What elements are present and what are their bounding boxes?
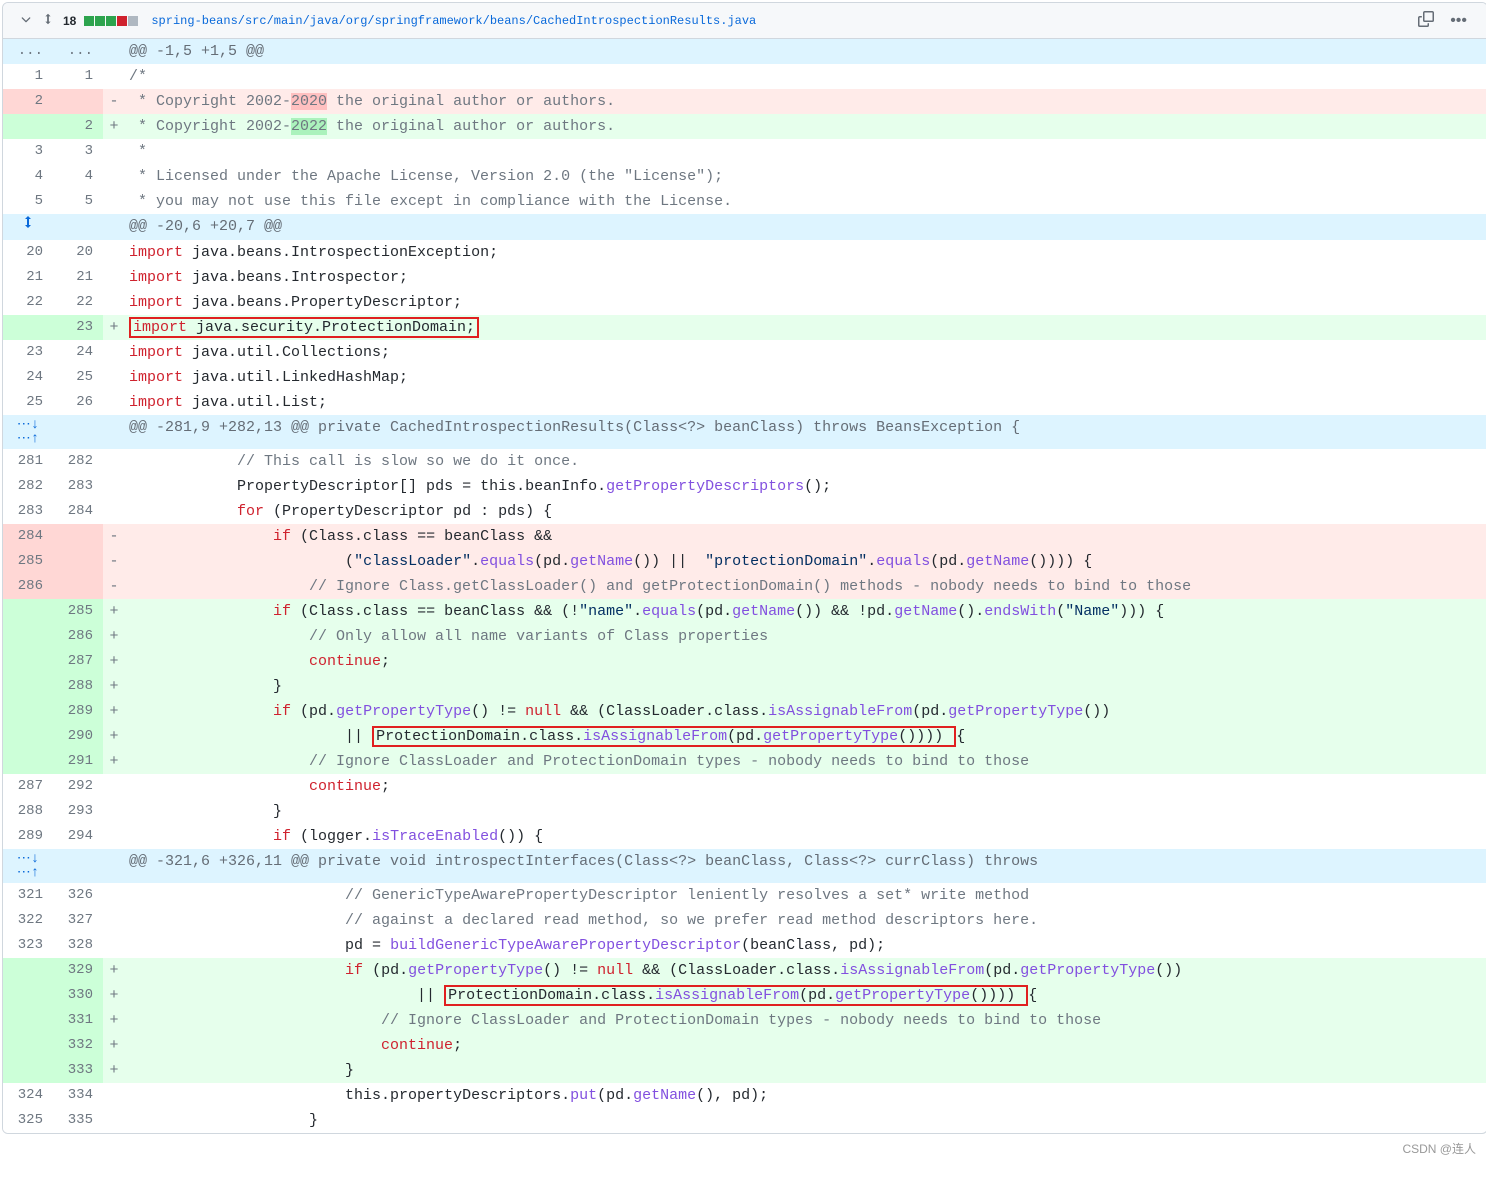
expand-hunk[interactable]: ⋯↓⋯↑ @@ -321,6 +326,11 @@ private void i… xyxy=(3,849,1486,883)
diff-line: 44 * Licensed under the Apache License, … xyxy=(3,164,1486,189)
diff-line: 281282 // This call is slow so we do it … xyxy=(3,449,1486,474)
expand-blob[interactable]: ... xyxy=(3,39,53,64)
expand-hunk[interactable]: ⋯↓⋯↑ @@ -281,9 +282,13 @@ private Cached… xyxy=(3,415,1486,449)
diff-line: 283284 for (PropertyDescriptor pd : pds)… xyxy=(3,499,1486,524)
change-count: 18 xyxy=(63,14,76,28)
file-path-link[interactable]: spring-beans/src/main/java/org/springfra… xyxy=(151,14,1410,28)
diff-line: 325335 } xyxy=(3,1108,1486,1133)
watermark: CSDN @连人 xyxy=(0,1136,1486,1161)
diff-line-add: 287+ continue; xyxy=(3,649,1486,674)
diff-line-add: 329+ if (pd.getPropertyType() != null &&… xyxy=(3,958,1486,983)
diff-line-add-highlighted: 330+ || ProtectionDomain.class.isAssigna… xyxy=(3,983,1486,1008)
diff-line-add: 289+ if (pd.getPropertyType() != null &&… xyxy=(3,699,1486,724)
diff-line-add: 288+ } xyxy=(3,674,1486,699)
file-menu-button[interactable]: ••• xyxy=(1446,12,1471,30)
diff-line-add: 285+ if (Class.class == beanClass && (!"… xyxy=(3,599,1486,624)
diff-line-del: 285- ("classLoader".equals(pd.getName())… xyxy=(3,549,1486,574)
diff-line: 2526import java.util.List; xyxy=(3,390,1486,415)
diff-line: 322327 // against a declared read method… xyxy=(3,908,1486,933)
diff-line-add: 291+ // Ignore ClassLoader and Protectio… xyxy=(3,749,1486,774)
diff-line-add-highlighted: 290+ || ProtectionDomain.class.isAssigna… xyxy=(3,724,1486,749)
diff-line: 11/* xyxy=(3,64,1486,89)
diffstat xyxy=(84,16,139,26)
expand-all-icon[interactable] xyxy=(41,12,55,29)
diff-line: 321326 // GenericTypeAwarePropertyDescri… xyxy=(3,883,1486,908)
diff-line-add: 331+ // Ignore ClassLoader and Protectio… xyxy=(3,1008,1486,1033)
diff-line-del: 286- // Ignore Class.getClassLoader() an… xyxy=(3,574,1486,599)
diff-table: ... ... @@ -1,5 +1,5 @@ 11/* 2- * Copyri… xyxy=(3,39,1486,1133)
diff-line-add: 333+ } xyxy=(3,1058,1486,1083)
diff-line: 288293 } xyxy=(3,799,1486,824)
diff-line: 33 * xyxy=(3,139,1486,164)
diff-line: 289294 if (logger.isTraceEnabled()) { xyxy=(3,824,1486,849)
diff-line-del: 2- * Copyright 2002-2020 the original au… xyxy=(3,89,1486,114)
diff-line: 2222import java.beans.PropertyDescriptor… xyxy=(3,290,1486,315)
diff-line: 2121import java.beans.Introspector; xyxy=(3,265,1486,290)
expand-hunk[interactable]: @@ -20,6 +20,7 @@ xyxy=(3,214,1486,240)
diff-line: 2020import java.beans.IntrospectionExcep… xyxy=(3,240,1486,265)
diff-line-add-highlighted: 23+import java.security.ProtectionDomain… xyxy=(3,315,1486,340)
diff-line: 323328 pd = buildGenericTypeAwarePropert… xyxy=(3,933,1486,958)
diff-line: 287292 continue; xyxy=(3,774,1486,799)
diff-line: 2324import java.util.Collections; xyxy=(3,340,1486,365)
diff-line-add: 332+ continue; xyxy=(3,1033,1486,1058)
hunk-header: ... ... @@ -1,5 +1,5 @@ xyxy=(3,39,1486,64)
diff-line: 55 * you may not use this file except in… xyxy=(3,189,1486,214)
file-header: 18 spring-beans/src/main/java/org/spring… xyxy=(3,3,1486,39)
collapse-toggle[interactable] xyxy=(19,12,33,29)
diff-line: 324334 this.propertyDescriptors.put(pd.g… xyxy=(3,1083,1486,1108)
diff-line-add: 2+ * Copyright 2002-2022 the original au… xyxy=(3,114,1486,139)
diff-line: 2425import java.util.LinkedHashMap; xyxy=(3,365,1486,390)
diff-line-del: 284- if (Class.class == beanClass && xyxy=(3,524,1486,549)
copy-path-icon[interactable] xyxy=(1418,11,1434,30)
diff-line: 282283 PropertyDescriptor[] pds = this.b… xyxy=(3,474,1486,499)
diff-line-add: 286+ // Only allow all name variants of … xyxy=(3,624,1486,649)
diff-file: 18 spring-beans/src/main/java/org/spring… xyxy=(2,2,1486,1134)
